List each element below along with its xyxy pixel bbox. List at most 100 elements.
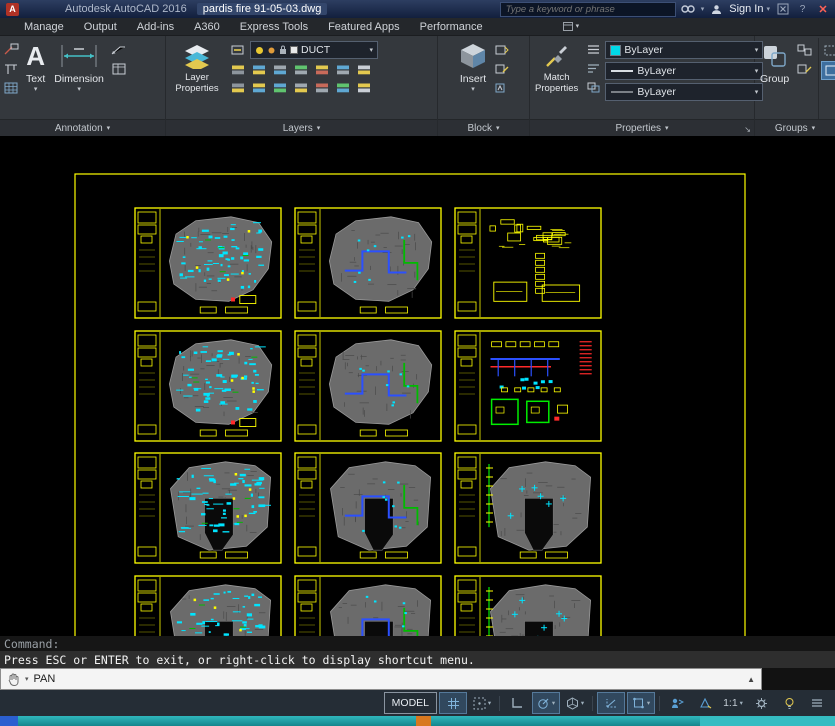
isolate-objects-icon[interactable] bbox=[776, 693, 802, 713]
panel-label-block[interactable]: Block▾ bbox=[438, 119, 529, 136]
ribbon-panel-icon bbox=[563, 22, 573, 31]
active-command-field[interactable]: ▾ PAN ▲ bbox=[0, 668, 762, 690]
layer-tool-icon[interactable] bbox=[334, 62, 352, 77]
polar-tracking-icon[interactable]: ▾ bbox=[532, 692, 560, 714]
match-properties-button[interactable]: Match Properties bbox=[532, 38, 581, 119]
menu-tab-a360[interactable]: A360 bbox=[184, 18, 230, 35]
block-attributes-icon[interactable] bbox=[493, 80, 511, 95]
properties-list-icon[interactable] bbox=[584, 42, 602, 57]
panel-label-properties[interactable]: Properties▾ ↘ bbox=[530, 119, 754, 136]
dimension-button[interactable]: Dimension ▾ bbox=[51, 38, 107, 119]
layer-thaw-sun-icon bbox=[267, 46, 276, 55]
menu-tab-performance[interactable]: Performance bbox=[410, 18, 493, 35]
layer-dropdown[interactable]: DUCT ▾ bbox=[250, 41, 378, 59]
table-icon[interactable] bbox=[2, 80, 20, 95]
block-panel-title: Block bbox=[468, 123, 492, 134]
workspace-switching-icon[interactable] bbox=[748, 693, 774, 713]
search-caret-icon[interactable]: ▾ bbox=[701, 5, 705, 13]
properties-dialog-launcher-icon[interactable]: ↘ bbox=[744, 125, 751, 134]
layer-tool-icon[interactable] bbox=[313, 62, 331, 77]
ungroup-icon[interactable] bbox=[795, 42, 813, 57]
layer-tool-icon[interactable] bbox=[313, 80, 331, 95]
layer-tool-icon[interactable] bbox=[250, 80, 268, 95]
autocad-logo-icon[interactable]: A bbox=[6, 3, 19, 16]
search-binoculars-icon[interactable] bbox=[681, 2, 696, 16]
plot-style-icon[interactable] bbox=[584, 61, 602, 76]
menu-tab-featured-apps[interactable]: Featured Apps bbox=[318, 18, 410, 35]
layer-tool-icon[interactable] bbox=[271, 62, 289, 77]
scale-caret-icon: ▾ bbox=[740, 699, 743, 707]
status-separator bbox=[499, 696, 500, 711]
object-color-swatch bbox=[610, 45, 621, 56]
object-snap-tracking-icon[interactable] bbox=[597, 692, 625, 714]
layer-tool-icon[interactable] bbox=[229, 62, 247, 77]
panel-label-annotation[interactable]: Annotation▾ bbox=[0, 119, 165, 136]
infocenter-search-box[interactable] bbox=[500, 2, 676, 17]
layer-tool-icon[interactable] bbox=[355, 62, 373, 77]
object-snap-icon[interactable]: ▾ bbox=[627, 692, 655, 714]
text-button[interactable]: A Text ▾ bbox=[23, 38, 48, 119]
sign-in-button[interactable]: Sign In▾ bbox=[729, 3, 770, 15]
create-block-icon[interactable] bbox=[493, 42, 511, 57]
help-icon[interactable]: ? bbox=[795, 2, 810, 16]
multileader-icon[interactable] bbox=[2, 42, 20, 57]
drawing-sheet-details bbox=[455, 208, 601, 318]
menu-tab-add-ins[interactable]: Add-ins bbox=[127, 18, 184, 35]
menu-tab-manage[interactable]: Manage bbox=[14, 18, 74, 35]
user-icon bbox=[709, 2, 724, 16]
command-options-caret-icon[interactable]: ▾ bbox=[25, 676, 29, 683]
edit-block-icon[interactable] bbox=[493, 61, 511, 76]
model-space-button[interactable]: MODEL bbox=[384, 692, 437, 714]
panel-label-layers[interactable]: Layers▾ bbox=[166, 119, 437, 136]
autoscale-icon[interactable] bbox=[692, 693, 718, 713]
linetype-sample-icon bbox=[610, 89, 634, 95]
customization-icon[interactable] bbox=[804, 693, 830, 713]
command-window[interactable]: Command: Press ESC or ENTER to exit, or … bbox=[0, 636, 835, 668]
command-input-bar: ▾ PAN ▲ bbox=[0, 668, 835, 690]
group-edit-icon[interactable] bbox=[795, 61, 813, 76]
layer-tool-icon[interactable] bbox=[292, 62, 310, 77]
layer-tool-icon[interactable] bbox=[355, 80, 373, 95]
drawing-canvas[interactable] bbox=[0, 136, 835, 636]
drawing-sheet-planA-cyan bbox=[135, 208, 281, 318]
grid-display-icon[interactable] bbox=[439, 692, 467, 714]
transparency-icon[interactable] bbox=[584, 80, 602, 95]
text-style-icon[interactable] bbox=[2, 61, 20, 76]
annotation-scale-button[interactable]: 1:1 ▾ bbox=[720, 693, 746, 713]
group-bounding-box-icon[interactable] bbox=[821, 61, 835, 80]
layer-tool-icon[interactable] bbox=[334, 80, 352, 95]
isometric-drafting-icon[interactable]: ▾ bbox=[562, 693, 588, 713]
layer-properties-icon bbox=[183, 43, 211, 69]
layer-tool-icon[interactable] bbox=[250, 62, 268, 77]
layer-tool-icon[interactable] bbox=[292, 80, 310, 95]
group-selection-icon[interactable] bbox=[821, 42, 835, 59]
command-prompt: Command: bbox=[0, 636, 835, 651]
layer-state-icon[interactable] bbox=[229, 43, 247, 58]
drawing-sheet-planA-cyan bbox=[135, 331, 281, 441]
layer-properties-button[interactable]: Layer Properties bbox=[168, 38, 226, 119]
close-icon[interactable]: ✕ bbox=[815, 3, 831, 16]
ribbon-display-menu[interactable]: ▾ bbox=[563, 22, 580, 31]
search-input[interactable] bbox=[504, 3, 672, 16]
menu-tab-output[interactable]: Output bbox=[74, 18, 127, 35]
annotation-visibility-icon[interactable] bbox=[664, 693, 690, 713]
quick-table-icon[interactable] bbox=[110, 61, 128, 76]
insert-button[interactable]: Insert ▾ bbox=[456, 38, 490, 119]
object-color-dropdown[interactable]: ByLayer ▾ bbox=[605, 41, 763, 59]
group-button[interactable]: Group bbox=[757, 38, 792, 119]
linetype-dropdown[interactable]: ByLayer ▾ bbox=[605, 83, 763, 101]
ortho-mode-icon[interactable] bbox=[504, 693, 530, 713]
text-caret-icon: ▾ bbox=[34, 86, 38, 93]
drawing-sheet-planB-cyan bbox=[135, 576, 281, 636]
leader-icon[interactable] bbox=[110, 42, 128, 57]
layer-tool-icon[interactable] bbox=[229, 80, 247, 95]
exchange-apps-icon[interactable] bbox=[775, 2, 790, 16]
snap-mode-icon[interactable]: ▾ bbox=[469, 693, 495, 713]
menu-tab-express-tools[interactable]: Express Tools bbox=[230, 18, 318, 35]
lineweight-dropdown[interactable]: ByLayer ▾ bbox=[605, 62, 763, 80]
command-history-toggle-icon[interactable]: ▲ bbox=[747, 675, 755, 684]
panel-label-groups[interactable]: Groups▾ bbox=[755, 119, 835, 136]
layer-tool-icon[interactable] bbox=[271, 80, 289, 95]
model-space-view[interactable] bbox=[0, 136, 835, 636]
annotation-scale-value: 1:1 bbox=[723, 697, 738, 709]
